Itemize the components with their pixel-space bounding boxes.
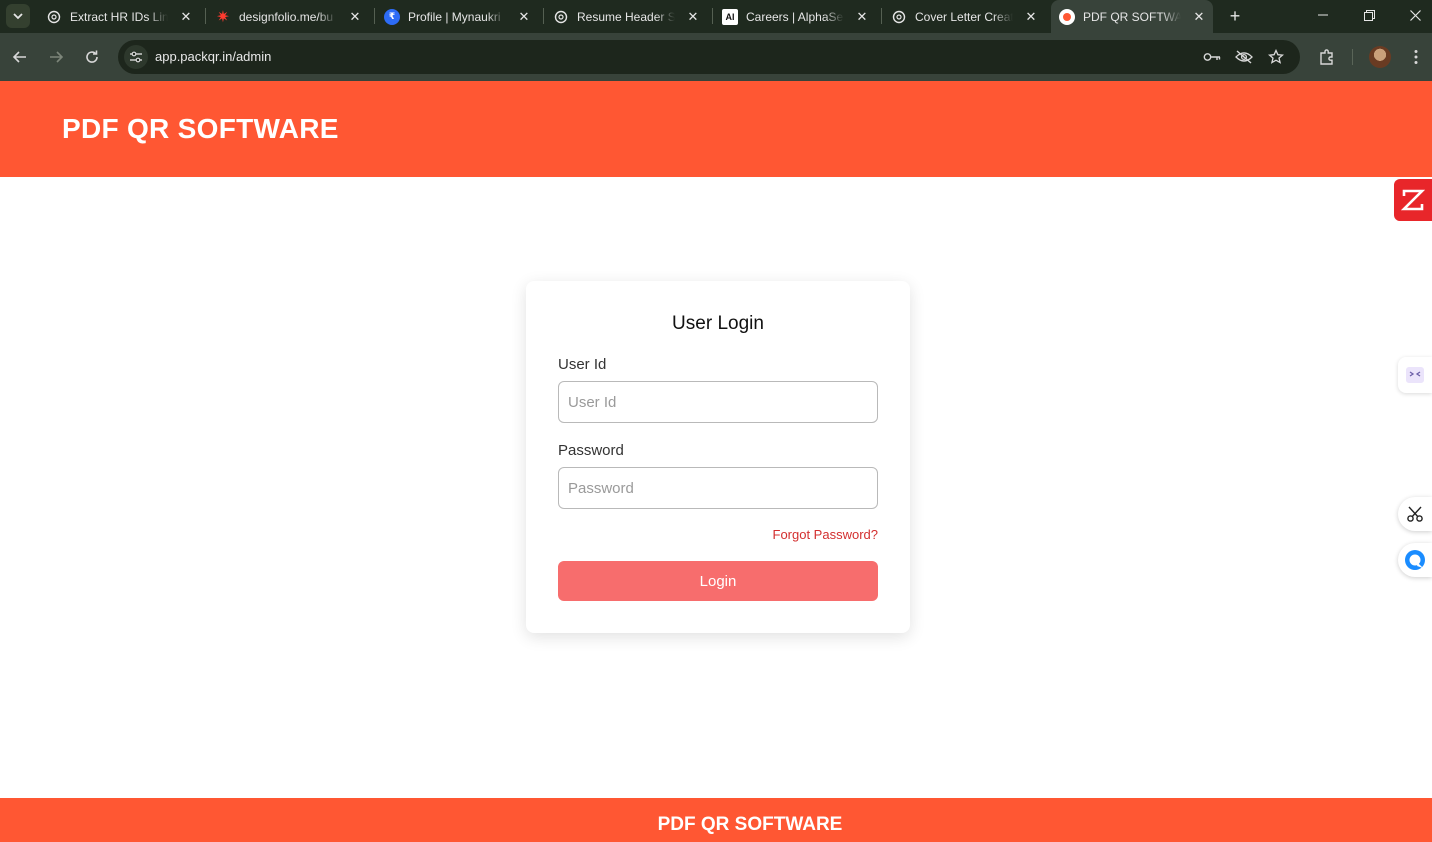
close-icon[interactable]: ✕ xyxy=(178,9,194,25)
browser-tab-bar: Extract HR IDs Link ✕ ✷ designfolio.me/b… xyxy=(0,0,1432,33)
site-info-button[interactable] xyxy=(124,45,148,69)
pdfqr-icon xyxy=(1059,8,1075,25)
forgot-password-link[interactable]: Forgot Password? xyxy=(773,527,879,542)
chat-widget-button[interactable] xyxy=(1398,543,1432,577)
close-icon xyxy=(1409,9,1421,21)
page-viewport: PDF QR SOFTWARE User Login User Id Passw… xyxy=(0,81,1432,842)
browser-tab-active[interactable]: PDF QR SOFTWAR ✕ xyxy=(1051,0,1213,33)
menu-button[interactable] xyxy=(1404,45,1428,69)
forward-arrow-icon xyxy=(50,51,64,63)
extension-widget-button[interactable] xyxy=(1398,357,1432,393)
puzzle-icon xyxy=(1320,49,1333,65)
close-icon[interactable]: ✕ xyxy=(347,9,363,25)
openai-icon xyxy=(46,9,62,25)
bookmark-star-icon[interactable] xyxy=(1266,48,1286,66)
browser-tab[interactable]: ✷ designfolio.me/bu ✕ xyxy=(215,0,363,33)
back-button[interactable] xyxy=(8,45,32,69)
asterisk-icon: ✷ xyxy=(216,8,230,26)
site-footer: PDF QR SOFTWARE xyxy=(0,798,1432,842)
more-vertical-icon xyxy=(1414,50,1418,64)
toolbar-divider xyxy=(1352,49,1353,65)
password-label: Password xyxy=(558,442,624,459)
close-icon[interactable]: ✕ xyxy=(516,9,532,25)
tab-title: designfolio.me/bu xyxy=(239,9,334,24)
brand-title: PDF QR SOFTWARE xyxy=(62,113,339,144)
tab-separator xyxy=(881,8,882,24)
minimize-button[interactable] xyxy=(1300,0,1346,30)
browser-tab[interactable]: Resume Header Su ✕ xyxy=(553,0,701,33)
scissors-icon xyxy=(1407,506,1423,522)
tab-search-button[interactable] xyxy=(6,4,30,28)
restore-button[interactable] xyxy=(1346,0,1392,30)
footer-title: PDF QR SOFTWARE xyxy=(657,814,843,835)
browser-tab[interactable]: ₹ Profile | Mynaukri ✕ xyxy=(384,0,532,33)
userid-label: User Id xyxy=(558,356,607,373)
tab-separator xyxy=(712,8,713,24)
tab-title: Careers | AlphaSen xyxy=(746,9,844,24)
close-window-button[interactable] xyxy=(1392,0,1432,30)
site-header: PDF QR SOFTWARE xyxy=(0,81,1432,177)
tab-separator xyxy=(374,8,375,24)
eye-off-icon[interactable] xyxy=(1234,48,1254,66)
extension-icon xyxy=(1406,367,1424,383)
close-icon[interactable]: ✕ xyxy=(854,9,870,25)
tab-title: Cover Letter Creati xyxy=(915,9,1013,24)
tab-title: Resume Header Su xyxy=(577,9,675,24)
tune-icon xyxy=(130,51,142,63)
browser-tab[interactable]: AI Careers | AlphaSen ✕ xyxy=(722,0,870,33)
login-card: User Login User Id Password Forgot Passw… xyxy=(526,281,910,633)
reload-icon xyxy=(86,50,98,63)
url-text[interactable]: app.packqr.in/admin xyxy=(155,49,271,64)
reload-button[interactable] xyxy=(80,45,104,69)
zoho-icon xyxy=(1401,189,1425,211)
openai-icon xyxy=(553,9,569,25)
tab-separator xyxy=(543,8,544,24)
extensions-button[interactable] xyxy=(1315,45,1339,69)
chevron-down-icon xyxy=(13,13,23,20)
openai-icon xyxy=(891,9,907,25)
minimize-icon xyxy=(1318,14,1328,16)
password-key-icon[interactable] xyxy=(1202,48,1222,66)
alphasense-icon: AI xyxy=(722,8,738,25)
userid-input[interactable] xyxy=(558,381,878,423)
tab-title: Profile | Mynaukri xyxy=(408,9,501,24)
restore-icon xyxy=(1363,9,1375,21)
chat-icon xyxy=(1405,550,1425,570)
profile-avatar[interactable] xyxy=(1369,46,1391,68)
close-icon[interactable]: ✕ xyxy=(1191,9,1207,25)
new-tab-button[interactable]: + xyxy=(1224,5,1246,27)
login-button[interactable]: Login xyxy=(558,561,878,601)
close-icon[interactable]: ✕ xyxy=(685,9,701,25)
zoho-widget-button[interactable] xyxy=(1394,179,1432,221)
close-icon[interactable]: ✕ xyxy=(1023,9,1039,25)
login-title: User Login xyxy=(672,313,764,334)
tab-title: Extract HR IDs Link xyxy=(70,9,168,24)
browser-tab[interactable]: Cover Letter Creati ✕ xyxy=(891,0,1039,33)
password-input[interactable] xyxy=(558,467,878,509)
tab-title: PDF QR SOFTWAR xyxy=(1083,9,1181,24)
back-arrow-icon xyxy=(12,51,26,63)
browser-toolbar: app.packqr.in/admin xyxy=(0,33,1432,81)
scissors-widget-button[interactable] xyxy=(1398,497,1432,531)
forward-button[interactable] xyxy=(44,45,68,69)
browser-tab[interactable]: Extract HR IDs Link ✕ xyxy=(46,0,194,33)
address-bar[interactable]: app.packqr.in/admin xyxy=(118,40,1300,74)
naukri-icon: ₹ xyxy=(384,8,400,25)
tab-separator xyxy=(205,8,206,24)
